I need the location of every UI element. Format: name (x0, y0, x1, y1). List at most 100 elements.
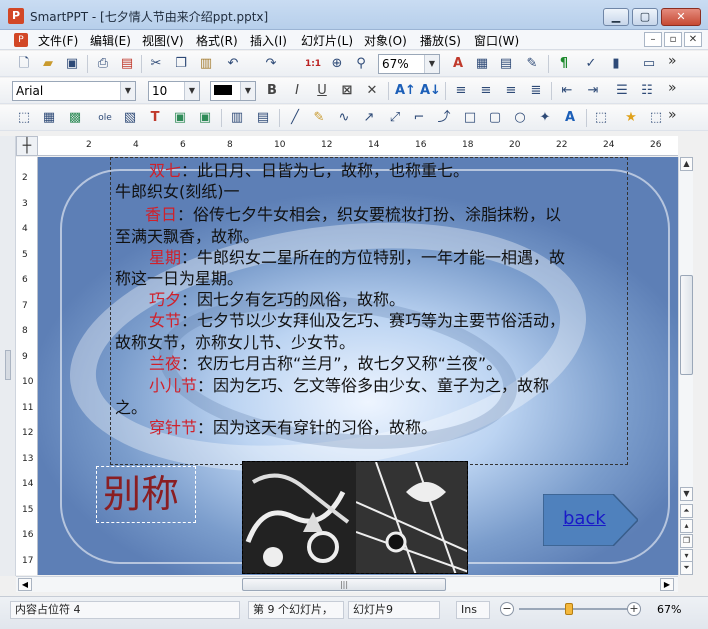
align-center-icon[interactable]: ≡ (477, 82, 495, 100)
shapes-icon[interactable]: ✦ (536, 109, 554, 127)
menu-file[interactable]: 文件(F) (38, 32, 78, 49)
menu-insert[interactable]: 插入(I) (250, 32, 287, 49)
menu-slide[interactable]: 幻灯片(L) (301, 32, 353, 49)
smartart-icon[interactable]: ▣ (196, 109, 214, 127)
curved-connector-icon[interactable]: ⤴ (435, 109, 453, 127)
format-painter-icon[interactable]: ✎ (523, 55, 541, 73)
slideshow-icon[interactable]: ▭ (640, 55, 658, 73)
align-right-icon[interactable]: ≡ (502, 82, 520, 100)
mdi-minimize-button[interactable]: – (644, 32, 662, 47)
toolbar-overflow-button[interactable]: » (668, 53, 677, 69)
star-icon[interactable]: ★ (622, 109, 640, 127)
decrease-font-icon[interactable]: A↓ (420, 82, 441, 100)
ruler-corner[interactable]: ┼ (16, 136, 38, 156)
first-slide-icon[interactable]: ⏶ (680, 504, 693, 518)
horizontal-scroll-thumb[interactable]: ||| (242, 578, 446, 591)
font-color-select[interactable]: ▼ (210, 81, 256, 101)
slide-canvas[interactable]: 双七：此日月、日皆为七，故称，也称重七。 牛郎织女(刻纸)一 香日：俗传七夕牛女… (38, 157, 678, 575)
arrow-icon[interactable]: ↗ (360, 109, 378, 127)
scroll-right-icon[interactable]: ▶ (660, 578, 674, 591)
curve-icon[interactable]: ∿ (335, 109, 353, 127)
scroll-up-icon[interactable]: ▲ (680, 157, 693, 171)
paragraph-icon[interactable]: ¶ (555, 55, 573, 73)
chart-icon[interactable]: ▮ (607, 55, 625, 73)
export-pdf-icon[interactable]: ▤ (118, 55, 136, 73)
outdent-icon[interactable]: ⇤ (558, 82, 576, 100)
italic-button[interactable]: I (288, 82, 306, 100)
notes-icon[interactable]: ▤ (497, 55, 515, 73)
indent-icon[interactable]: ⇥ (584, 82, 602, 100)
magnifier-icon[interactable]: ⚲ (352, 55, 370, 73)
vertical-scroll-thumb[interactable] (680, 275, 693, 375)
slide-layout-icon[interactable]: ▦ (473, 55, 491, 73)
font-name-select[interactable]: Arial ▼ (12, 81, 136, 101)
increase-font-icon[interactable]: A↑ (395, 82, 416, 100)
scroll-down-icon[interactable]: ▼ (680, 487, 693, 501)
previous-slide-icon[interactable]: ▴ (680, 519, 693, 533)
back-button[interactable]: back (542, 493, 640, 547)
connector-icon[interactable]: ⤢ (386, 109, 404, 127)
menu-play[interactable]: 播放(S) (420, 32, 461, 49)
clear-format-icon[interactable]: ✕ (363, 82, 381, 100)
mdi-close-button[interactable]: ✕ (684, 32, 702, 47)
zoom-slider-track[interactable] (519, 608, 631, 610)
zoom-slider-knob[interactable] (565, 603, 574, 615)
spell-check-icon[interactable]: ✓ (582, 55, 600, 73)
new-file-icon[interactable]: 🗋 (15, 55, 33, 73)
cut-icon[interactable]: ✂ (147, 55, 165, 73)
underline-button[interactable]: U (313, 82, 331, 100)
media-icon[interactable]: ▧ (121, 109, 139, 127)
status-insert-mode[interactable]: Ins (456, 601, 490, 619)
toolbar-overflow-button[interactable]: » (668, 107, 677, 123)
pencil-icon[interactable]: ✎ (310, 109, 328, 127)
wordart-icon[interactable]: A (561, 109, 579, 127)
undo-icon[interactable]: ↶ (224, 55, 242, 73)
paste-icon[interactable]: ▥ (197, 55, 215, 73)
menu-edit[interactable]: 编辑(E) (90, 32, 131, 49)
content-placeholder[interactable]: 双七：此日月、日皆为七，故称，也称重七。 牛郎织女(刻纸)一 香日：俗传七夕牛女… (110, 157, 628, 465)
bullets-icon[interactable]: ☰ (613, 82, 631, 100)
vertical-scrollbar[interactable]: ▲ ▼ ⏶ ▴ ❐ ▾ ⏷ (678, 157, 693, 575)
horizontal-scrollbar[interactable]: ◀ ||| ▶ (16, 576, 678, 592)
maximize-button[interactable]: ▢ (632, 8, 658, 26)
chart-frame-icon[interactable]: ▣ (171, 109, 189, 127)
elbow-connector-icon[interactable]: ⌐ (410, 109, 428, 127)
rectangle-icon[interactable]: □ (461, 109, 479, 127)
redo-icon[interactable]: ↷ (262, 55, 280, 73)
alias-title-box[interactable]: 别称 (96, 466, 196, 523)
actual-size-icon[interactable]: 1:1 (304, 55, 322, 73)
scroll-left-icon[interactable]: ◀ (18, 578, 32, 591)
numbering-icon[interactable]: ☷ (638, 82, 656, 100)
ellipse-icon[interactable]: ○ (511, 109, 529, 127)
crop-icon[interactable]: ⬚ (647, 109, 665, 127)
justify-icon[interactable]: ≣ (527, 82, 545, 100)
mdi-restore-button[interactable]: ▫ (664, 32, 682, 47)
zoom-in-button[interactable]: + (627, 602, 641, 616)
select-frame-icon[interactable]: ⬚ (15, 109, 33, 127)
text-box-icon[interactable]: A (449, 55, 467, 73)
print-icon[interactable]: ⎙ (94, 55, 112, 73)
minimize-button[interactable]: ▁ (603, 8, 629, 26)
zoom-select[interactable]: 67% ▼ (378, 54, 440, 74)
zoom-out-button[interactable]: − (500, 602, 514, 616)
papercut-picture[interactable] (242, 461, 468, 574)
text-frame-icon[interactable]: T (146, 109, 164, 127)
picture-icon[interactable]: ▩ (66, 109, 84, 127)
font-size-select[interactable]: 10 ▼ (148, 81, 200, 101)
copy-icon[interactable]: ❐ (172, 55, 190, 73)
ole-object-icon[interactable]: ole (96, 109, 114, 127)
menu-view[interactable]: 视图(V) (142, 32, 184, 49)
line-icon[interactable]: ╱ (286, 109, 304, 127)
last-slide-icon[interactable]: ⏷ (680, 561, 693, 575)
menu-object[interactable]: 对象(O) (364, 32, 407, 49)
group-icon[interactable]: ▥ (228, 109, 246, 127)
rounded-rect-icon[interactable]: ▢ (486, 109, 504, 127)
left-panel-handle[interactable] (5, 350, 11, 380)
table-icon[interactable]: ▦ (40, 109, 58, 127)
menu-window[interactable]: 窗口(W) (474, 32, 519, 49)
slide-list-icon[interactable]: ❐ (680, 534, 693, 548)
zoom-in-icon[interactable]: ⊕ (328, 55, 346, 73)
document-icon[interactable]: P (14, 33, 28, 47)
align-objects-icon[interactable]: ⬚ (592, 109, 610, 127)
align-left-icon[interactable]: ≡ (452, 82, 470, 100)
